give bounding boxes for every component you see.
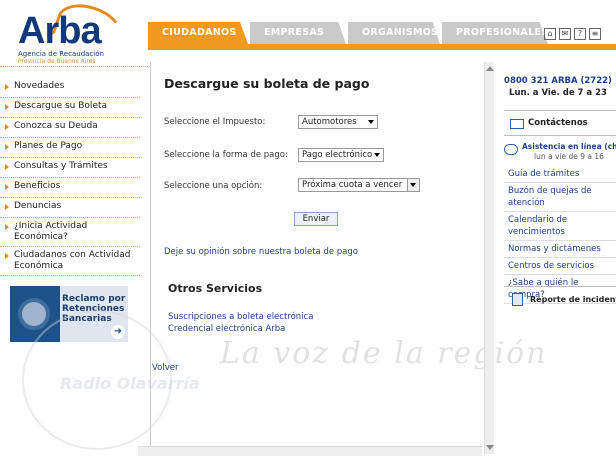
credencial-link[interactable]: Credencial electrónica Arba (168, 324, 285, 334)
bullet-icon (5, 104, 9, 110)
header-rule (148, 44, 616, 50)
chat-hours: lun a vie de 9 a 16 (534, 152, 604, 161)
top-tabs: CIUDADANOS EMPRESAS ORGANISMOS PROFESION… (148, 22, 550, 44)
chevron-down-icon (410, 183, 416, 187)
tab-organismos[interactable]: ORGANISMOS (348, 22, 440, 44)
sitemap-icon[interactable]: ≡ (589, 28, 601, 40)
opinion-link[interactable]: Deje su opinión sobre nuestra boleta de … (164, 247, 358, 257)
bullet-icon (5, 224, 9, 230)
scroll-up-icon[interactable] (486, 66, 494, 71)
opcion-select[interactable]: Próxima cuota a vencer (298, 178, 420, 192)
scroll-down-icon[interactable] (486, 445, 494, 450)
chat-icon (504, 144, 518, 155)
guia-tramites-link[interactable]: Guía de trámites (504, 166, 616, 183)
nav-item-descargue-boleta[interactable]: Descargue su Boleta (0, 98, 140, 118)
tab-ciudadanos[interactable]: CIUDADANOS (148, 22, 248, 44)
nav-item-consultas-tramites[interactable]: Consultas y Trámites (0, 158, 140, 178)
impuesto-select[interactable]: Automotores (298, 115, 378, 129)
bullet-icon (5, 124, 9, 130)
centros-servicios-link[interactable]: Centros de servicios (504, 258, 616, 275)
left-nav: Novedades Descargue su Boleta Conozca su… (0, 78, 140, 276)
report-icon (512, 293, 523, 306)
home-icon[interactable]: ⌂ (544, 28, 556, 40)
logo-subtitle: Agencia de Recaudación (18, 50, 104, 58)
phone-hours: Lun. a Vie. de 7 a 23 (509, 88, 607, 98)
watermark-text: La voz de la región (220, 336, 548, 371)
bullet-icon (5, 164, 9, 170)
nav-item-denuncias[interactable]: Denuncias (0, 198, 140, 218)
page-title: Descargue su boleta de pago (164, 76, 370, 91)
forma-pago-label: Seleccione la forma de pago: (164, 150, 288, 160)
nav-top-divider (0, 66, 148, 67)
right-sidebar: 0800 321 ARBA (2722) Lun. a Vie. de 7 a … (500, 64, 616, 98)
tab-profesionales[interactable]: PROFESIONALES (442, 22, 548, 44)
nav-item-inicia-actividad[interactable]: ¿Inicia Actividad Económica? (0, 218, 140, 247)
bullet-icon (5, 184, 9, 190)
nav-item-conozca-deuda[interactable]: Conozca su Deuda (0, 118, 140, 138)
phone-number: 0800 321 ARBA (2722) (504, 76, 612, 86)
right-links: Guía de trámites Buzón de quejas de aten… (504, 166, 616, 304)
arba-logo[interactable]: Arba Agencia de Recaudación Provincia de… (16, 0, 127, 65)
impuesto-label: Seleccione el Impuesto: (164, 117, 266, 127)
volver-link[interactable]: Volver (152, 363, 178, 373)
buzon-quejas-link[interactable]: Buzón de quejas de atención (504, 183, 616, 212)
page: Arba Agencia de Recaudación Provincia de… (0, 0, 616, 456)
bullet-icon (5, 253, 9, 259)
nav-item-ciudadanos-actividad[interactable]: Ciudadanos con Actividad Económica (0, 247, 140, 276)
nav-item-planes-pago[interactable]: Planes de Pago (0, 138, 140, 158)
main-vertical-scrollbar[interactable] (484, 62, 494, 454)
chevron-down-icon (368, 120, 374, 124)
chat-title: Asistencia en línea (chat) (522, 142, 616, 151)
logo-wordmark: Arba (18, 10, 102, 52)
nav-item-novedades[interactable]: Novedades (0, 78, 140, 98)
logo-province: Provincia de Buenos Aires (18, 58, 96, 65)
contact-icon[interactable]: ✉ (559, 28, 571, 40)
mail-icon (510, 119, 524, 129)
bank-icon (18, 298, 50, 330)
main-content: Descargue su boleta de pago Seleccione e… (152, 60, 482, 456)
calendario-link[interactable]: Calendario de vencimientos (504, 212, 616, 241)
chat-link[interactable]: Asistencia en línea (chat) lun a vie de … (504, 140, 616, 164)
contact-link[interactable]: Contáctenos (504, 110, 616, 136)
help-icon[interactable]: ? (574, 28, 586, 40)
bullet-icon (5, 84, 9, 90)
bullet-icon (5, 204, 9, 210)
forma-pago-select[interactable]: Pago electrónico (298, 148, 384, 162)
nav-item-beneficios[interactable]: Beneficios (0, 178, 140, 198)
suscripciones-link[interactable]: Suscripciones a boleta electrónica (168, 312, 313, 322)
main-horizontal-scrollbar[interactable] (138, 446, 482, 456)
otros-servicios-title: Otros Servicios (168, 282, 263, 295)
reporte-incidentes-link[interactable]: Reporte de incidentes (504, 286, 616, 310)
enviar-button[interactable]: Enviar (294, 212, 338, 226)
normas-link[interactable]: Normas y dictámenes (504, 241, 616, 258)
bullet-icon (5, 144, 9, 150)
chevron-down-icon (374, 153, 380, 157)
opcion-label: Seleccione una opción: (164, 181, 263, 191)
tool-icons: ⌂ ✉ ? ≡ (544, 28, 601, 40)
tab-empresas[interactable]: EMPRESAS (250, 22, 346, 44)
